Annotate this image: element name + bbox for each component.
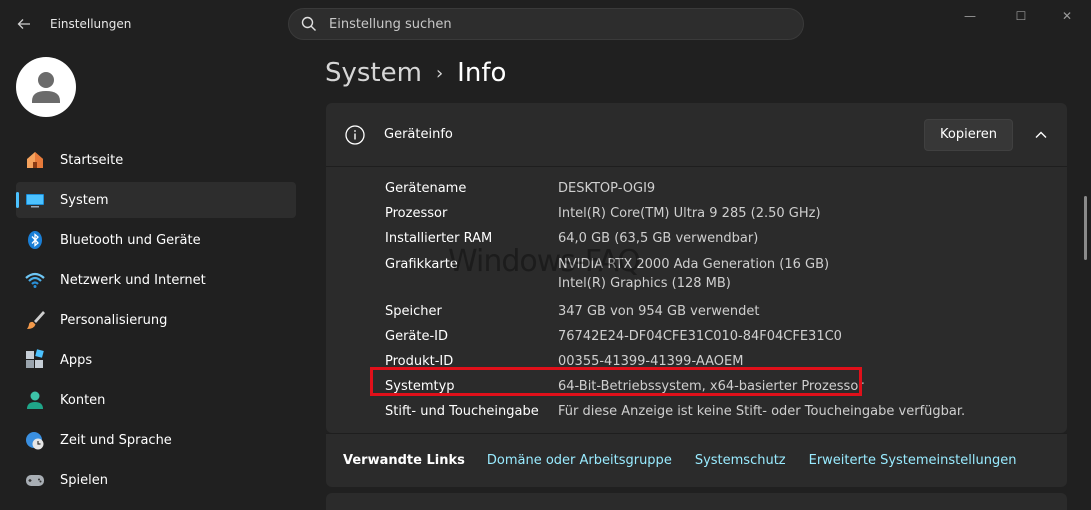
- device-info-title: Geräteinfo: [384, 127, 453, 142]
- sidebar-item-label: Spielen: [60, 472, 108, 488]
- sidebar-nav: Startseite System Bluetooth und Geräte N…: [16, 142, 296, 502]
- spec-label: Gerätename: [385, 181, 467, 196]
- spec-row: Stift- und Toucheingabe Für diese Anzeig…: [385, 399, 1065, 424]
- page-title: Info: [457, 58, 507, 88]
- sidebar-item-personalisierung[interactable]: Personalisierung: [16, 302, 296, 338]
- spec-value[interactable]: DESKTOP-OGI9: [558, 176, 655, 201]
- gamepad-icon: [24, 469, 46, 491]
- device-info-header[interactable]: Geräteinfo Kopieren: [326, 103, 1067, 167]
- spec-row: Speicher 347 GB von 954 GB verwendet: [385, 299, 1065, 324]
- spec-row: Installierter RAM 64,0 GB (63,5 GB verwe…: [385, 226, 1065, 251]
- person-icon: [24, 389, 46, 411]
- sidebar-item-label: Konten: [60, 392, 106, 408]
- spec-value-line: Intel(R) Graphics (128 MB): [558, 276, 731, 291]
- spec-label: Speicher: [385, 304, 442, 319]
- chevron-up-icon[interactable]: [1029, 123, 1053, 147]
- back-button[interactable]: [12, 12, 36, 36]
- sidebar-item-label: Personalisierung: [60, 312, 168, 328]
- spec-label: Grafikkarte: [385, 257, 458, 272]
- chevron-right-icon: ›: [435, 62, 444, 84]
- sidebar-item-label: Bluetooth und Geräte: [60, 232, 201, 248]
- sidebar-item-label: Zeit und Sprache: [60, 432, 172, 448]
- breadcrumb: System › Info: [325, 58, 506, 88]
- spec-value-multiline[interactable]: NVIDIA RTX 2000 Ada Generation (16 GB) I…: [558, 255, 829, 293]
- link-advanced-system-settings[interactable]: Erweiterte Systemeinstellungen: [809, 453, 1017, 468]
- link-system-protection[interactable]: Systemschutz: [695, 453, 786, 468]
- search-box[interactable]: [288, 8, 804, 40]
- spec-row: Prozessor Intel(R) Core(TM) Ultra 9 285 …: [385, 201, 1065, 226]
- spec-value[interactable]: Intel(R) Core(TM) Ultra 9 285 (2.50 GHz): [558, 201, 821, 226]
- wifi-icon: [24, 269, 46, 291]
- brush-icon: [24, 309, 46, 331]
- sidebar-item-konten[interactable]: Konten: [16, 382, 296, 418]
- spec-row: Geräte-ID 76742E24-DF04CFE31C010-84F04CF…: [385, 324, 1065, 349]
- sidebar-item-label: Startseite: [60, 152, 124, 168]
- sidebar-item-system[interactable]: System: [16, 182, 296, 218]
- apps-icon: [24, 349, 46, 371]
- copy-button[interactable]: Kopieren: [924, 118, 1013, 151]
- sidebar-item-label: Netzwerk und Internet: [60, 272, 206, 288]
- arrow-left-icon: [17, 19, 30, 29]
- link-domain-workgroup[interactable]: Domäne oder Arbeitsgruppe: [487, 453, 672, 468]
- spec-value[interactable]: 64,0 GB (63,5 GB verwendbar): [558, 226, 758, 251]
- spec-row: Grafikkarte NVIDIA RTX 2000 Ada Generati…: [385, 251, 1065, 299]
- next-settings-card[interactable]: [326, 493, 1067, 510]
- sidebar-item-zeit-sprache[interactable]: Zeit und Sprache: [16, 422, 296, 458]
- scrollbar-thumb[interactable]: [1084, 196, 1087, 260]
- spec-value[interactable]: 76742E24-DF04CFE31C010-84F04CFE31C0: [558, 324, 842, 349]
- minimize-button[interactable]: —: [946, 0, 994, 32]
- home-icon: [24, 149, 46, 171]
- sidebar-item-netzwerk[interactable]: Netzwerk und Internet: [16, 262, 296, 298]
- breadcrumb-system[interactable]: System: [325, 58, 422, 88]
- related-links-title: Verwandte Links: [343, 453, 465, 468]
- maximize-button[interactable]: ☐: [997, 0, 1045, 32]
- sidebar-item-startseite[interactable]: Startseite: [16, 142, 296, 178]
- clock-globe-icon: [24, 429, 46, 451]
- sidebar-item-bluetooth[interactable]: Bluetooth und Geräte: [16, 222, 296, 258]
- monitor-icon: [24, 189, 46, 211]
- bluetooth-icon: [24, 229, 46, 251]
- related-links-bar: Verwandte Links Domäne oder Arbeitsgrupp…: [326, 433, 1067, 487]
- sidebar-item-label: Apps: [60, 352, 93, 368]
- search-icon: [301, 16, 316, 31]
- spec-row: Gerätename DESKTOP-OGI9: [385, 176, 1065, 201]
- spec-label: Prozessor: [385, 206, 448, 221]
- sidebar-item-label: System: [60, 192, 109, 208]
- search-input[interactable]: [329, 16, 769, 32]
- spec-value[interactable]: Für diese Anzeige ist keine Stift- oder …: [558, 399, 965, 424]
- highlight-box: [370, 367, 862, 396]
- app-title: Einstellungen: [50, 17, 132, 31]
- sidebar-item-spielen[interactable]: Spielen: [16, 462, 296, 498]
- spec-label: Geräte-ID: [385, 329, 449, 344]
- user-silhouette-icon: [32, 72, 60, 103]
- spec-label: Stift- und Toucheingabe: [385, 404, 539, 419]
- avatar[interactable]: [16, 57, 76, 117]
- close-button[interactable]: ✕: [1043, 0, 1091, 32]
- spec-value-line: NVIDIA RTX 2000 Ada Generation (16 GB): [558, 257, 830, 272]
- spec-label: Installierter RAM: [385, 231, 493, 246]
- sidebar-item-apps[interactable]: Apps: [16, 342, 296, 378]
- info-icon: [345, 124, 365, 145]
- spec-value[interactable]: 347 GB von 954 GB verwendet: [558, 299, 759, 324]
